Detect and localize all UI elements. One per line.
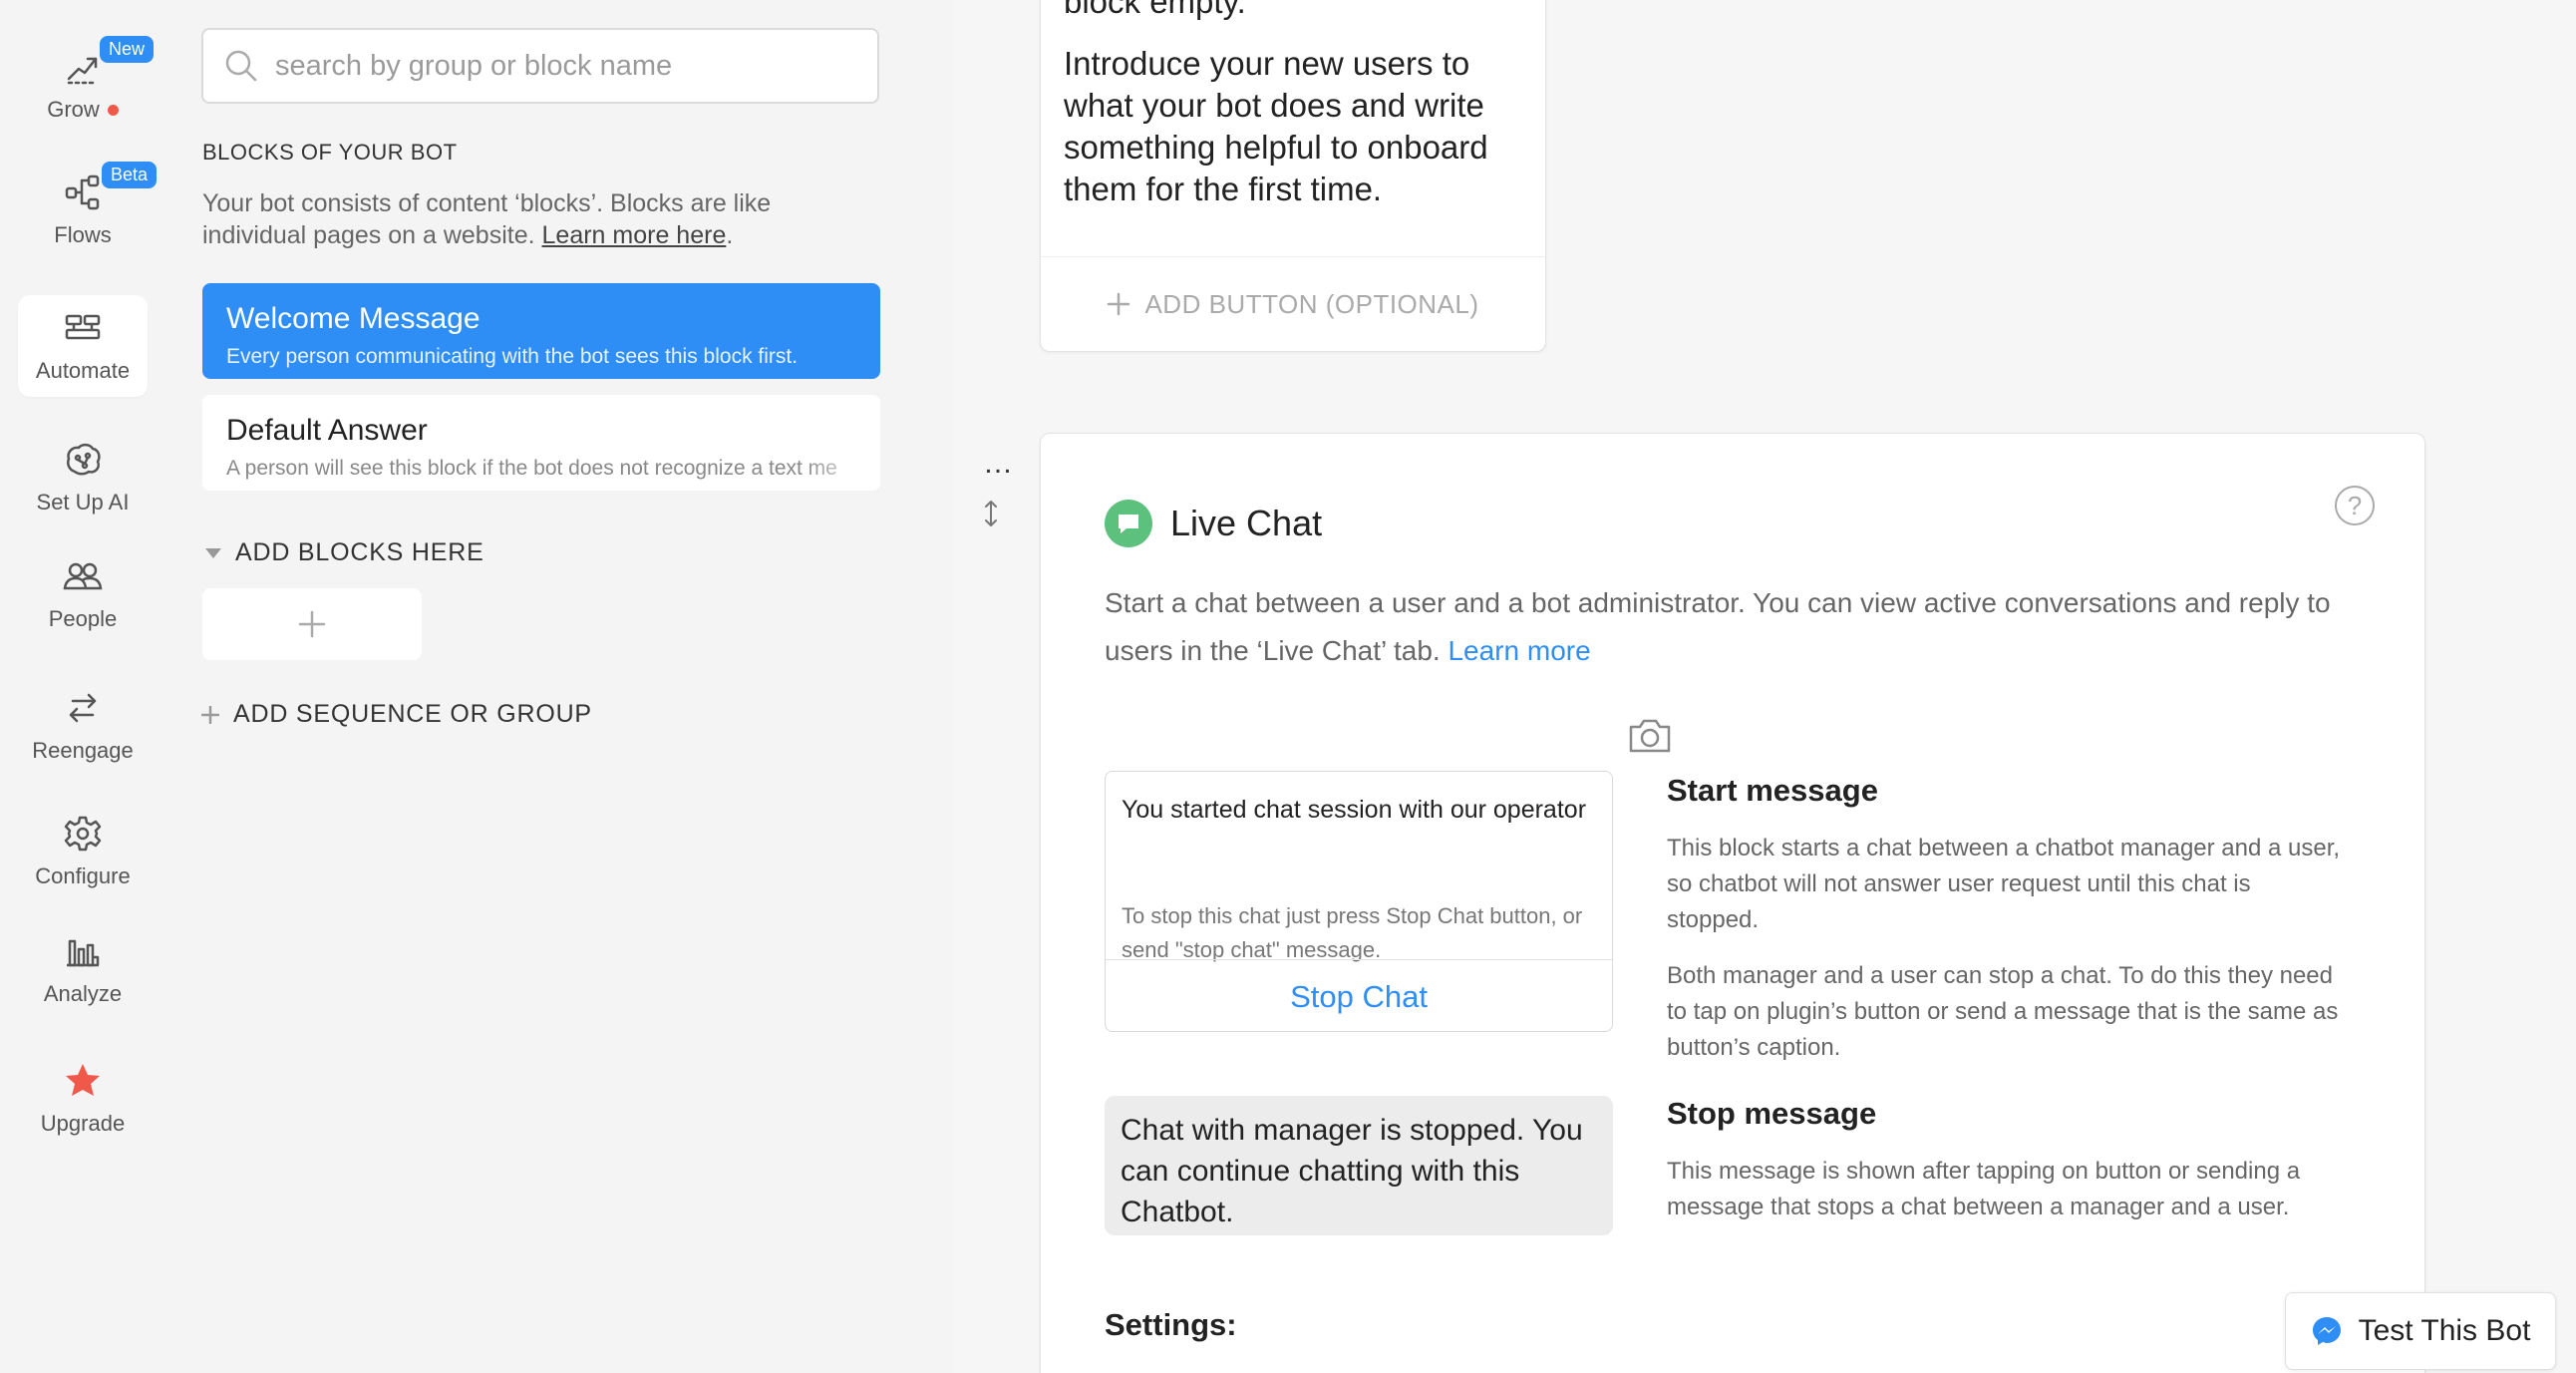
search-box[interactable] [201,28,879,104]
learn-more-link[interactable]: Learn more [1448,635,1590,666]
text-card-message[interactable]: Introduce your new users to what your bo… [1064,43,1522,210]
star-icon [66,1064,100,1096]
test-this-bot-button[interactable]: Test This Bot [2285,1292,2556,1370]
more-options-icon[interactable]: … [983,449,1013,479]
section-description: Your bot consists of content ‘blocks’. B… [202,187,860,251]
plus-icon [298,610,326,638]
section-title: BLOCKS OF YOUR BOT [202,140,458,165]
notification-dot [107,104,119,116]
add-blocks-group-header[interactable]: ADD BLOCKS HERE [205,538,484,567]
live-chat-card: Live Chat ? Start a chat between a user … [1040,433,2425,1373]
nav-item-automate[interactable]: Automate [18,295,148,397]
search-input[interactable] [275,49,833,83]
caret-down-icon [205,547,221,558]
learn-more-link[interactable]: Learn more here [542,221,727,249]
block-title: Welcome Message [226,302,481,335]
search-icon [225,50,257,82]
gear-icon [64,816,102,852]
text-fade [801,395,880,491]
add-sequence-or-group[interactable]: ADD SEQUENCE OR GROUP [201,700,592,729]
chat-bubble-icon [1119,515,1138,533]
card-tools: … [983,449,1013,527]
stop-message-heading: Stop message [1667,1096,1877,1131]
help-icon[interactable]: ? [2335,486,2375,525]
block-title: Default Answer [226,414,428,447]
nav-label-setup-ai: Set Up AI [36,490,130,515]
stop-message-bubble[interactable]: Chat with manager is stopped. You can co… [1105,1096,1613,1235]
start-message-heading: Start message [1667,773,1878,808]
people-icon [63,562,103,590]
start-chat-hint: To stop this chat just press Stop Chat b… [1122,903,1583,962]
stop-message-text: This message is shown after tapping on b… [1667,1158,2301,1220]
plus-icon [201,705,219,724]
block-subtitle: Every person communicating with the bot … [226,345,799,368]
block-welcome-message[interactable]: Welcome Message Every person communicati… [202,283,880,379]
text-card-partial[interactable]: block empty. [1064,0,1246,23]
start-message-info: Start message This block starts a chat b… [1667,633,2345,1066]
add-block-button[interactable] [202,588,422,660]
nav-item-grow[interactable]: New Grow [18,30,155,140]
automate-blocks-icon [65,314,101,340]
start-message-text-2: Both manager and a user can stop a chat.… [1667,962,2339,1061]
messenger-icon [2312,1317,2341,1345]
nav-label-grow: Grow [47,97,100,122]
add-blocks-label: ADD BLOCKS HERE [235,538,484,566]
flows-icon [65,174,100,210]
block-subtitle: A person will see this block if the bot … [226,457,837,480]
nav-item-analyze[interactable]: Analyze [18,919,148,1019]
add-button-label: ADD BUTTON (OPTIONAL) [1144,288,1479,319]
nav-item-flows[interactable]: Beta Flows [18,156,158,265]
nav-item-upgrade[interactable]: Upgrade [18,1049,148,1149]
settings-label: Settings: [1105,1307,1237,1342]
nav-item-reengage[interactable]: Reengage [18,676,148,776]
nav-item-configure[interactable]: Configure [18,802,148,901]
start-message-preview: You started chat session with our operat… [1105,771,1613,1032]
drag-handle-icon[interactable] [983,500,999,527]
nav-label-people: People [48,606,118,631]
test-this-bot-label: Test This Bot [2358,1314,2531,1347]
section-desc-period: . [726,221,734,249]
app-window: New Grow Beta Flows Automate Set Up AI P… [0,0,2576,1373]
nav-label-reengage: Reengage [32,738,134,763]
nav-label-automate: Automate [35,358,131,383]
grow-trend-icon [67,57,99,85]
live-chat-icon [1105,500,1152,547]
blocks-panel: BLOCKS OF YOUR BOT Your bot consists of … [165,0,953,1373]
add-button-optional[interactable]: ADD BUTTON (OPTIONAL) [1041,256,1545,352]
nav-label-analyze: Analyze [43,981,123,1006]
nav-item-people[interactable]: People [18,546,148,642]
start-message-text-1: This block starts a chat between a chatb… [1667,835,2341,933]
add-sequence-label: ADD SEQUENCE OR GROUP [233,700,592,728]
nav-label-upgrade: Upgrade [40,1111,126,1136]
live-chat-header: Live Chat [1105,500,1322,547]
text-card: block empty. Introduce your new users to… [1040,0,1546,352]
block-default-answer[interactable]: Default Answer A person will see this bl… [202,395,880,491]
reengage-arrows-icon [69,693,97,723]
block-editor: block empty. Introduce your new users to… [953,0,2576,1373]
new-badge: New [100,36,155,63]
main-nav: New Grow Beta Flows Automate Set Up AI P… [0,0,165,1373]
ai-brain-icon [67,443,101,476]
stop-message-info: Stop message This message is shown after… [1667,1096,2345,1225]
nav-label-configure: Configure [35,863,131,888]
start-chat-message[interactable]: You started chat session with our operat… [1122,792,1600,828]
stop-chat-button[interactable]: Stop Chat [1106,959,1612,1031]
beta-badge: Beta [102,162,158,188]
nav-label-flows: Flows [54,222,112,247]
nav-item-setup-ai[interactable]: Set Up AI [18,427,148,528]
plus-icon [1108,292,1130,316]
live-chat-title: Live Chat [1170,503,1323,543]
bar-chart-icon [67,939,100,967]
